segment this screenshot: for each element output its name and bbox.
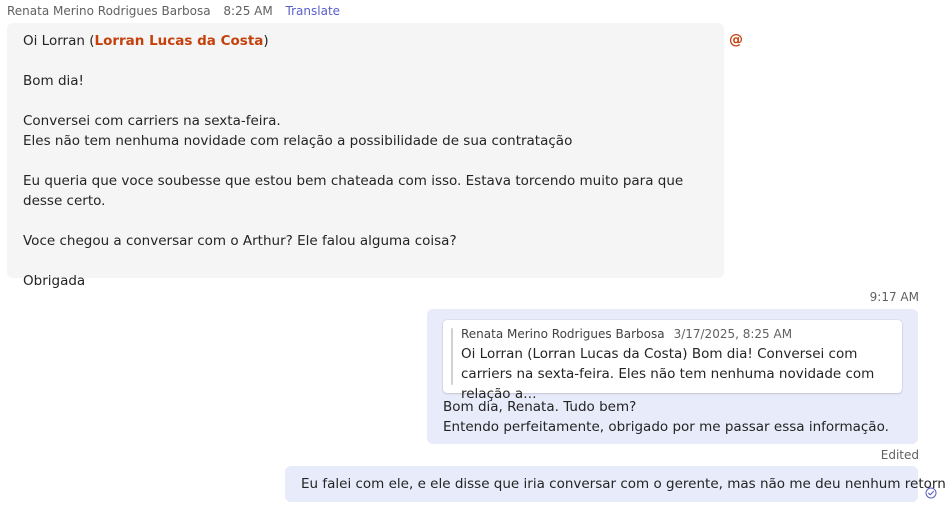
quote-bar [451,328,453,385]
message-line: Eles não tem nenhuma novidade com relaçã… [23,133,573,149]
mention-at-icon: @ [729,32,743,48]
message-line: Eu queria que voce soubesse que estou be… [23,173,684,209]
quote-sender: Renata Merino Rodrigues Barbosa [461,327,665,341]
message-text: Eu falei com ele, e ele disse que iria c… [301,476,946,492]
greeting-suffix: ) [263,33,269,49]
quote-header: Renata Merino Rodrigues Barbosa 3/17/2025… [461,326,892,342]
quote-text: Oi Lorran (Lorran Lucas da Costa) Bom di… [461,346,875,402]
message-line: Voce chegou a conversar com o Arthur? El… [23,233,457,249]
quote-date: 3/17/2025, 8:25 AM [673,327,793,341]
message-line: Conversei com carriers na sexta-feira. [23,113,281,129]
outgoing-message-bubble-2[interactable]: Eu falei com ele, e ele disse que iria c… [285,466,946,502]
message-line: Obrigada [23,273,86,289]
reply-text: Bom dia, Renata. Tudo bem? Entendo perfe… [443,397,889,437]
sender-name: Renata Merino Rodrigues Barbosa [7,4,211,18]
message-time: 8:25 AM [223,4,273,18]
message-line: Bom dia! [23,73,84,89]
reply-line: Bom dia, Renata. Tudo bem? [443,399,637,415]
reply-line: Entendo perfeitamente, obrigado por me p… [443,419,889,435]
outgoing-message-bubble[interactable]: Renata Merino Rodrigues Barbosa 3/17/2025… [427,309,918,444]
greeting-line: Oi Lorran (Lorran Lucas da Costa) [23,31,708,51]
greeting-prefix: Oi Lorran ( [23,33,95,49]
read-check-icon [925,487,937,499]
incoming-message-bubble[interactable]: Oi Lorran (Lorran Lucas da Costa) Bom di… [7,23,724,289]
quoted-message[interactable]: Renata Merino Rodrigues Barbosa 3/17/2025… [443,320,902,402]
incoming-message-header: Renata Merino Rodrigues Barbosa 8:25 AM … [7,4,349,20]
reply-time: 9:17 AM [869,290,919,304]
edited-label: Edited [880,448,919,462]
user-mention[interactable]: Lorran Lucas da Costa [94,33,263,49]
translate-link[interactable]: Translate [286,4,341,18]
